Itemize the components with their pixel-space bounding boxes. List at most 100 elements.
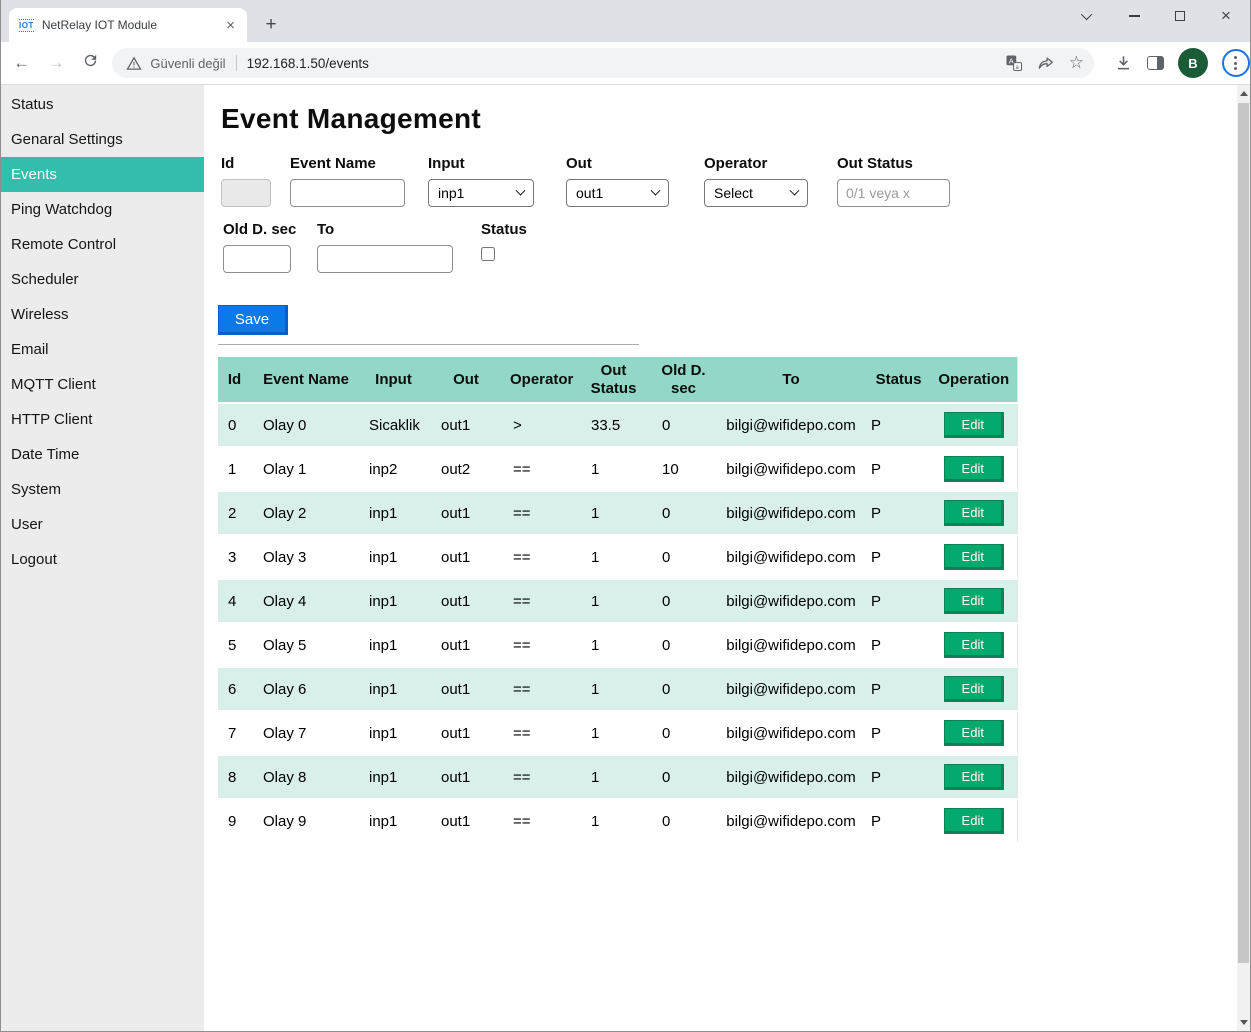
- translate-icon[interactable]: Aa: [1005, 54, 1023, 72]
- minimize-button[interactable]: [1126, 8, 1142, 24]
- security-label[interactable]: Güvenli değil: [150, 56, 225, 71]
- edit-button[interactable]: Edit: [944, 544, 1004, 570]
- maximize-button[interactable]: [1172, 8, 1188, 24]
- table-cell: bilgi@wifidepo.com: [716, 623, 866, 667]
- sidebar-item-system[interactable]: System: [1, 472, 204, 507]
- operator-label: Operator: [704, 155, 808, 172]
- field-event-name: Event Name: [290, 155, 405, 207]
- status-checkbox[interactable]: [481, 247, 495, 261]
- table-cell: out1: [426, 623, 506, 667]
- edit-button[interactable]: Edit: [944, 412, 1004, 438]
- scrollbar-thumb[interactable]: [1238, 103, 1249, 963]
- save-button[interactable]: Save: [218, 305, 288, 335]
- reload-icon: [82, 52, 99, 69]
- table-cell: P: [866, 623, 931, 667]
- to-input[interactable]: [317, 245, 453, 273]
- out-status-input[interactable]: [837, 179, 950, 207]
- edit-button[interactable]: Edit: [944, 720, 1004, 746]
- old-d-sec-label: Old D. sec: [223, 221, 291, 238]
- column-header: Operation: [931, 357, 1017, 403]
- column-header: Id: [218, 357, 251, 403]
- vertical-scrollbar[interactable]: [1237, 85, 1250, 1031]
- input-label: Input: [428, 155, 534, 172]
- table-row: 7Olay 7inp1out1==10bilgi@wifidepo.comPEd…: [218, 711, 1017, 755]
- sidebar-item-genaral-settings[interactable]: Genaral Settings: [1, 122, 204, 157]
- input-select[interactable]: inp1: [428, 179, 534, 207]
- table-cell-operation: Edit: [931, 623, 1017, 667]
- forward-button[interactable]: →: [42, 53, 69, 73]
- side-panel-icon[interactable]: [1147, 56, 1164, 70]
- column-header: Operator: [506, 357, 576, 403]
- scroll-down-arrow-icon[interactable]: [1240, 1020, 1248, 1025]
- table-cell: 1: [576, 667, 651, 711]
- sidebar-item-email[interactable]: Email: [1, 332, 204, 367]
- share-icon[interactable]: [1037, 54, 1055, 72]
- sidebar-item-status[interactable]: Status: [1, 87, 204, 122]
- table-cell: P: [866, 447, 931, 491]
- edit-button[interactable]: Edit: [944, 764, 1004, 790]
- table-cell: ==: [506, 579, 576, 623]
- browser-menu-icon[interactable]: [1222, 49, 1250, 77]
- out-label: Out: [566, 155, 669, 172]
- tab-close-icon[interactable]: ×: [222, 17, 239, 34]
- table-cell: inp1: [361, 623, 426, 667]
- sidebar-item-mqtt-client[interactable]: MQTT Client: [1, 367, 204, 402]
- url-text[interactable]: 192.168.1.50/events: [247, 56, 991, 71]
- back-button[interactable]: ←: [8, 53, 35, 73]
- table-cell: ==: [506, 491, 576, 535]
- profile-avatar[interactable]: B: [1178, 48, 1208, 78]
- download-icon[interactable]: [1114, 54, 1133, 73]
- edit-button[interactable]: Edit: [944, 632, 1004, 658]
- reload-button[interactable]: [77, 52, 104, 74]
- old-d-sec-input[interactable]: [223, 245, 291, 273]
- table-cell: bilgi@wifidepo.com: [716, 711, 866, 755]
- table-cell: out1: [426, 535, 506, 579]
- edit-button[interactable]: Edit: [944, 500, 1004, 526]
- table-cell-operation: Edit: [931, 403, 1017, 447]
- not-secure-warning-icon[interactable]: [126, 56, 142, 71]
- chevron-down-icon: [790, 185, 800, 195]
- form-divider: [218, 344, 639, 345]
- sidebar-item-scheduler[interactable]: Scheduler: [1, 262, 204, 297]
- column-header: Out: [426, 357, 506, 403]
- new-tab-button[interactable]: +: [259, 14, 283, 36]
- scroll-up-arrow-icon[interactable]: [1240, 91, 1248, 96]
- edit-button[interactable]: Edit: [944, 676, 1004, 702]
- edit-button[interactable]: Edit: [944, 808, 1004, 834]
- out-select[interactable]: out1: [566, 179, 669, 207]
- table-cell: ==: [506, 711, 576, 755]
- sidebar-item-logout[interactable]: Logout: [1, 542, 204, 577]
- sidebar-item-http-client[interactable]: HTTP Client: [1, 402, 204, 437]
- event-name-input[interactable]: [290, 179, 405, 207]
- field-status: Status: [481, 221, 541, 261]
- sidebar-item-user[interactable]: User: [1, 507, 204, 542]
- tab-search-icon[interactable]: [1080, 8, 1096, 24]
- edit-button[interactable]: Edit: [944, 588, 1004, 614]
- close-window-button[interactable]: ×: [1218, 8, 1234, 24]
- form-row-2: Old D. sec To Status: [218, 221, 1224, 273]
- sidebar-item-remote-control[interactable]: Remote Control: [1, 227, 204, 262]
- bookmark-star-icon[interactable]: ☆: [1069, 53, 1084, 73]
- sidebar-item-events[interactable]: Events: [1, 157, 204, 192]
- sidebar-item-wireless[interactable]: Wireless: [1, 297, 204, 332]
- browser-tab[interactable]: IOT NetRelay IOT Module ×: [9, 8, 247, 42]
- edit-button[interactable]: Edit: [944, 456, 1004, 482]
- table-body: 0Olay 0Sicaklikout1>33.50bilgi@wifidepo.…: [218, 403, 1017, 843]
- out-status-label: Out Status: [837, 155, 950, 172]
- table-cell-operation: Edit: [931, 755, 1017, 799]
- sidebar-item-date-time[interactable]: Date Time: [1, 437, 204, 472]
- table-cell: inp1: [361, 579, 426, 623]
- operator-select[interactable]: Select: [704, 179, 808, 207]
- field-out-status: Out Status: [837, 155, 950, 207]
- address-bar[interactable]: Güvenli değil 192.168.1.50/events Aa ☆: [112, 48, 1094, 78]
- table-cell: Olay 8: [251, 755, 361, 799]
- table-cell: >: [506, 403, 576, 447]
- column-header: To: [716, 357, 866, 403]
- table-cell: 1: [576, 447, 651, 491]
- table-cell: 0: [651, 623, 716, 667]
- column-header: Old D. sec: [651, 357, 716, 403]
- table-cell: 2: [218, 491, 251, 535]
- sidebar-item-ping-watchdog[interactable]: Ping Watchdog: [1, 192, 204, 227]
- main-panel: Event Management Id Event Name Input inp…: [204, 85, 1250, 1031]
- table-cell: 5: [218, 623, 251, 667]
